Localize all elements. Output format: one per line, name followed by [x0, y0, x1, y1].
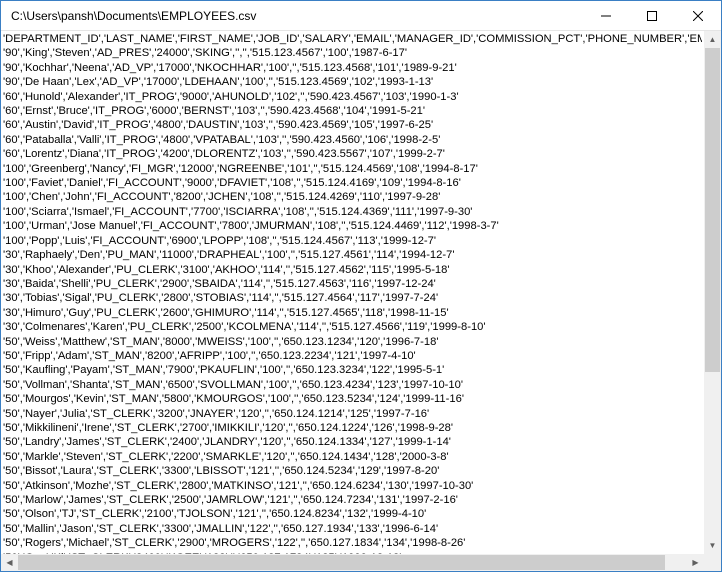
text-row: '100','Chen','John','FI_ACCOUNT','8200',…	[3, 190, 702, 204]
text-row: '30','Khoo','Alexander','PU_CLERK','3100…	[3, 263, 702, 277]
text-row: '60','Austin','David','IT_PROG','4800','…	[3, 118, 702, 132]
text-row: '50','Mourgos','Kevin','ST_MAN','5800','…	[3, 392, 702, 406]
text-row: '50','Olson','TJ','ST_CLERK','2100','TJO…	[3, 507, 702, 521]
content-wrap: 'DEPARTMENT_ID','LAST_NAME','FIRST_NAME'…	[1, 31, 721, 571]
text-row: '90','Kochhar','Neena','AD_VP','17000','…	[3, 61, 702, 75]
close-button[interactable]	[675, 1, 721, 31]
text-row: '30','Raphaely','Den','PU_MAN','11000','…	[3, 248, 702, 262]
chevron-left-icon: ◀	[6, 558, 12, 567]
text-row: '50','Bissot','Laura','ST_CLERK','3300',…	[3, 464, 702, 478]
text-row: '50','Mikkilineni','Irene','ST_CLERK','2…	[3, 421, 702, 435]
text-row: '50','Marlow','James','ST_CLERK','2500',…	[3, 493, 702, 507]
scroll-down-button[interactable]: ▼	[704, 537, 721, 554]
text-row: '60','Ernst','Bruce','IT_PROG','6000','B…	[3, 104, 702, 118]
text-row: '60','Pataballa','Valli','IT_PROG','4800…	[3, 133, 702, 147]
titlebar[interactable]: C:\Users\pansh\Documents\EMPLOYEES.csv	[1, 1, 721, 31]
text-row: '30','Colmenares','Karen','PU_CLERK','25…	[3, 320, 702, 334]
vertical-scrollbar[interactable]: ▲ ▼	[704, 31, 721, 554]
chevron-up-icon: ▲	[709, 35, 717, 44]
text-row: 'DEPARTMENT_ID','LAST_NAME','FIRST_NAME'…	[3, 32, 702, 46]
text-row: '60','Lorentz','Diana','IT_PROG','4200',…	[3, 147, 702, 161]
maximize-icon	[647, 11, 657, 21]
text-row: '50','Atkinson','Mozhe','ST_CLERK','2800…	[3, 479, 702, 493]
text-row: '50','Nayer','Julia','ST_CLERK','3200','…	[3, 407, 702, 421]
scroll-left-button[interactable]: ◀	[1, 554, 18, 571]
text-row: '30','Tobias','Sigal','PU_CLERK','2800',…	[3, 291, 702, 305]
text-row: '50','Landry','James','ST_CLERK','2400',…	[3, 435, 702, 449]
text-row: '50','Markle','Steven','ST_CLERK','2200'…	[3, 450, 702, 464]
text-content[interactable]: 'DEPARTMENT_ID','LAST_NAME','FIRST_NAME'…	[1, 31, 704, 554]
window-title: C:\Users\pansh\Documents\EMPLOYEES.csv	[1, 9, 583, 23]
text-row: '100','Greenberg','Nancy','FI_MGR','1200…	[3, 162, 702, 176]
text-row: '30','Himuro','Guy','PU_CLERK','2600','G…	[3, 306, 702, 320]
scroll-up-button[interactable]: ▲	[704, 31, 721, 48]
text-row: '100','Sciarra','Ismael','FI_ACCOUNT','7…	[3, 205, 702, 219]
text-row: '50','Weiss','Matthew','ST_MAN','8000','…	[3, 335, 702, 349]
close-icon	[693, 11, 703, 21]
text-row: '30','Baida','Shelli','PU_CLERK','2900',…	[3, 277, 702, 291]
text-row: '90','King','Steven','AD_PRES','24000','…	[3, 46, 702, 60]
text-row: '50','Fripp','Adam','ST_MAN','8200','AFR…	[3, 349, 702, 363]
chevron-down-icon: ▼	[709, 541, 717, 550]
minimize-button[interactable]	[583, 1, 629, 31]
vertical-scroll-thumb[interactable]	[705, 48, 720, 372]
minimize-icon	[601, 11, 611, 21]
scroll-corner	[704, 554, 721, 571]
text-row: '50','Mallin','Jason','ST_CLERK','3300',…	[3, 522, 702, 536]
horizontal-scroll-thumb[interactable]	[18, 555, 665, 570]
chevron-right-icon: ▶	[692, 558, 698, 567]
text-row: '100','Urman','Jose Manuel','FI_ACCOUNT'…	[3, 219, 702, 233]
text-row: '90','De Haan','Lex','AD_VP','17000','LD…	[3, 75, 702, 89]
text-row: '50','Kaufling','Payam','ST_MAN','7900',…	[3, 363, 702, 377]
text-row: '100','Popp','Luis','FI_ACCOUNT','6900',…	[3, 234, 702, 248]
text-row: '100','Faviet','Daniel','FI_ACCOUNT','90…	[3, 176, 702, 190]
maximize-button[interactable]	[629, 1, 675, 31]
scroll-right-button[interactable]: ▶	[687, 554, 704, 571]
text-row: '60','Hunold','Alexander','IT_PROG','900…	[3, 90, 702, 104]
horizontal-scrollbar[interactable]: ◀ ▶	[1, 554, 704, 571]
text-row: '50','Vollman','Shanta','ST_MAN','6500',…	[3, 378, 702, 392]
text-row: '50','Rogers','Michael','ST_CLERK','2900…	[3, 536, 702, 550]
